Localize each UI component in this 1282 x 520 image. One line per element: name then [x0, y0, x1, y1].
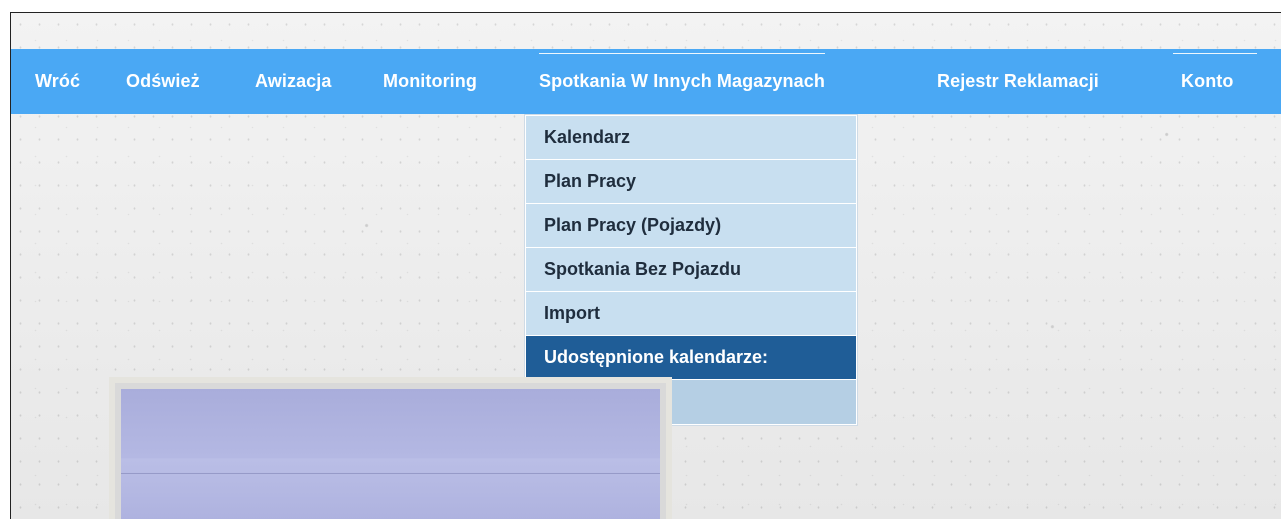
nav-item-monitoring[interactable]: Monitoring	[383, 49, 477, 114]
nav-item-refresh[interactable]: Odśwież	[126, 49, 200, 114]
nav-item-account[interactable]: Konto	[1172, 49, 1259, 114]
dropdown-item-calendar[interactable]: Kalendarz	[526, 116, 856, 160]
dropdown-item-import[interactable]: Import	[526, 292, 856, 336]
nav-item-back[interactable]: Wróć	[35, 49, 80, 114]
window-divider	[121, 473, 660, 474]
nav-item-meetings-other-warehouses[interactable]: Spotkania W Innych Magazynach	[539, 49, 825, 114]
dropdown-item-meetings-without-vehicle[interactable]: Spotkania Bez Pojazdu	[526, 248, 856, 292]
page-frame: Wróć Odśwież Awizacja Monitoring Spotkan…	[10, 12, 1281, 519]
background-window-image	[109, 377, 672, 519]
dropdown-shared-calendars-header: Udostępnione kalendarze:	[526, 336, 856, 380]
nav-item-complaints-register[interactable]: Rejestr Reklamacji	[937, 49, 1099, 114]
nav-item-notice[interactable]: Awizacja	[255, 49, 332, 114]
top-navigation-bar: Wróć Odśwież Awizacja Monitoring Spotkan…	[11, 49, 1281, 114]
dropdown-item-work-plan-vehicles[interactable]: Plan Pracy (Pojazdy)	[526, 204, 856, 248]
dropdown-item-work-plan[interactable]: Plan Pracy	[526, 160, 856, 204]
window-glass	[121, 389, 660, 519]
